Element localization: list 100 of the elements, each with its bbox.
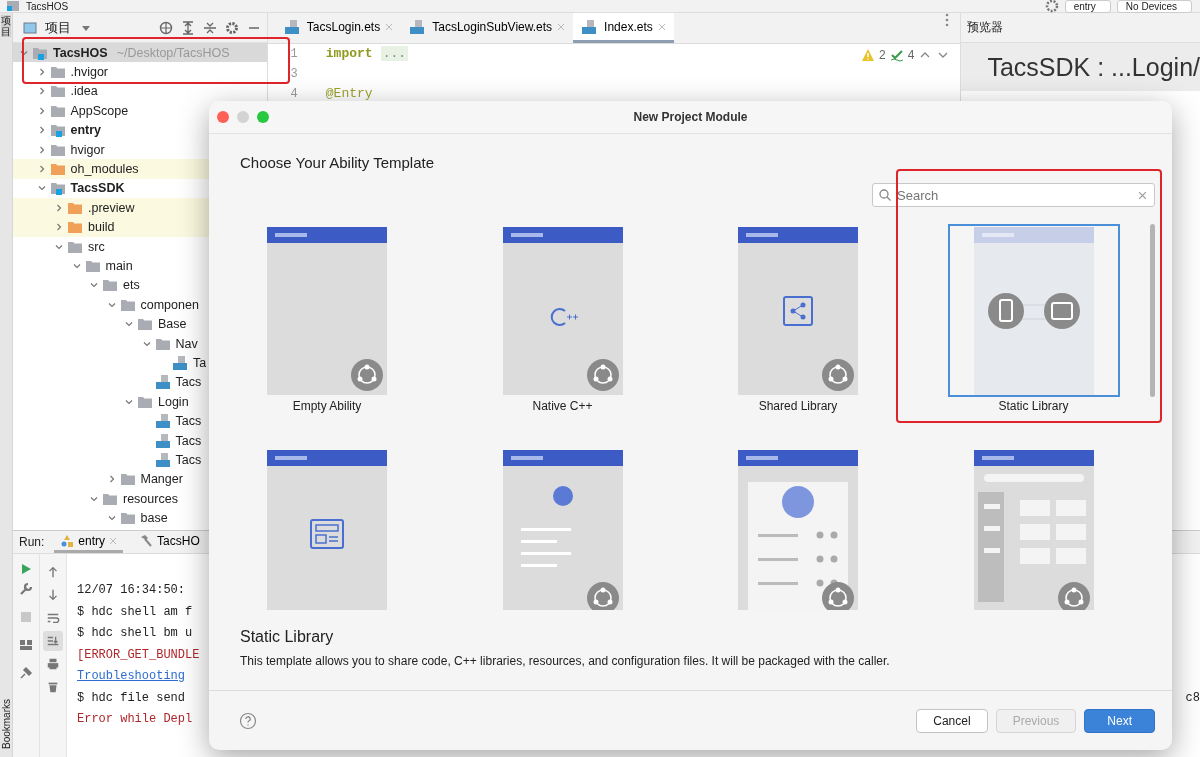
- tree-item-label: Tacs: [175, 414, 202, 429]
- file-icon: [154, 452, 171, 467]
- tree-row[interactable]: AppScope: [13, 101, 267, 121]
- chevron-icon[interactable]: [54, 222, 64, 233]
- tree-item-label: Manger: [140, 472, 183, 487]
- template-label: Native C++: [532, 399, 593, 413]
- clear-icon[interactable]: [1138, 191, 1147, 200]
- panel-title: 预览器: [967, 19, 1004, 36]
- tree-row[interactable]: Tacs: [13, 411, 267, 431]
- template-title: Static Library: [240, 628, 335, 646]
- folder-icon: [49, 65, 66, 80]
- file-icon: [409, 19, 426, 34]
- tree-item-label: oh_modules: [70, 162, 139, 177]
- run-config-dropdown[interactable]: entry: [1064, 0, 1111, 13]
- run-tab[interactable]: TacsHO: [133, 531, 206, 553]
- console-line: $ hdc shell am f: [77, 603, 193, 621]
- close-icon[interactable]: [657, 22, 666, 31]
- tree-row[interactable]: Base: [13, 314, 267, 334]
- dialog-button[interactable]: Cancel: [916, 708, 988, 733]
- tree-row[interactable]: .idea: [13, 81, 267, 102]
- folder-icon: [32, 45, 48, 60]
- run-tab[interactable]: entry: [54, 531, 124, 553]
- console-text: c8: [1185, 689, 1200, 707]
- dialog-button[interactable]: Next: [1084, 708, 1155, 733]
- folder-icon: [49, 162, 66, 177]
- pin-icon[interactable]: [19, 666, 33, 680]
- console-link[interactable]: Troubleshooting: [77, 666, 186, 688]
- tree-item-label: Tacs: [175, 375, 202, 390]
- file-icon: [581, 19, 598, 34]
- search-field[interactable]: Search: [872, 183, 1155, 207]
- tree-row[interactable]: Nav: [13, 333, 267, 354]
- console-line: $ hdc shell bm u: [77, 625, 193, 642]
- template-label: Empty Ability: [292, 399, 362, 413]
- gear-icon[interactable]: [1044, 0, 1059, 13]
- zoom-button[interactable]: [257, 111, 269, 123]
- tree-row[interactable]: Manger: [13, 469, 267, 489]
- project-icon: [6, 0, 20, 13]
- folder-icon: [49, 84, 66, 99]
- tree-row[interactable]: .hvigor: [13, 62, 267, 82]
- tree-item-label: base: [140, 511, 168, 526]
- tree-row[interactable]: TacsHOS ~/Desktop/TacsHOS: [13, 43, 267, 63]
- tree-item-label: Tacs: [175, 433, 202, 448]
- tree-item-label: TacsHOS: [53, 45, 108, 60]
- chevron-icon[interactable]: [71, 261, 82, 271]
- tree-row[interactable]: Tacs: [13, 372, 267, 393]
- tree-item-label: main: [105, 259, 133, 273]
- device-dropdown[interactable]: No Devices: [1116, 0, 1192, 13]
- settings-icon[interactable]: [224, 20, 239, 35]
- expand-all-icon[interactable]: [180, 20, 195, 35]
- tree-item-label: Login: [158, 394, 189, 409]
- wrench-icon[interactable]: [19, 582, 33, 596]
- template-description: This template allows you to share code, C++ libraries, resources, and configuration files. It will be packaged with the caller.: [240, 654, 891, 668]
- tree-item-label: Base: [158, 317, 187, 332]
- tree-item-label: hvigor: [70, 142, 105, 157]
- editor-tab[interactable]: TacsLoginSubView.ets: [401, 13, 574, 43]
- close-button[interactable]: [217, 111, 229, 123]
- scroll-to-end-icon[interactable]: [43, 631, 63, 651]
- tree-row[interactable]: entry: [13, 120, 267, 140]
- layout-icon[interactable]: [19, 638, 33, 652]
- tree-row[interactable]: ets: [13, 275, 267, 296]
- tree-row[interactable]: Tacs: [13, 430, 267, 451]
- bookmarks-tool-tab[interactable]: Bookmarks: [0, 699, 12, 749]
- scrollbar[interactable]: [1150, 224, 1155, 397]
- tree-row[interactable]: resources: [13, 489, 267, 509]
- tree-row[interactable]: componen: [13, 295, 267, 315]
- tree-item-label: .idea: [70, 84, 98, 99]
- console-line: [ERROR_GET_BUNDLE: [77, 646, 200, 664]
- tree-row[interactable]: main: [13, 256, 267, 276]
- line-number: 3: [290, 67, 298, 81]
- warning-icon[interactable]: [861, 48, 875, 62]
- tree-row[interactable]: TacsSDK: [13, 178, 267, 199]
- editor-tab[interactable]: Index.ets: [573, 13, 674, 43]
- tree-row[interactable]: base: [13, 508, 267, 528]
- close-icon[interactable]: [385, 22, 394, 31]
- close-icon[interactable]: [109, 536, 118, 545]
- help-icon[interactable]: [239, 711, 257, 730]
- tree-row[interactable]: Login: [13, 392, 267, 412]
- editor-tab[interactable]: TacsLogin.ets: [275, 13, 402, 43]
- warning-count: 2: [879, 48, 886, 62]
- check-icon[interactable]: [889, 48, 904, 62]
- tree-item-label: .hvigor: [70, 65, 109, 80]
- console-line: 12/07 16:34:50:: [77, 582, 186, 599]
- folder-icon: [137, 317, 153, 332]
- chevron-icon[interactable]: [54, 202, 64, 213]
- dialog-title: New Project Module: [633, 110, 748, 124]
- template-card[interactable]: [947, 224, 1120, 397]
- folder-icon: [67, 200, 83, 215]
- tree-row[interactable]: Tacs: [13, 450, 267, 470]
- folder-icon: [49, 181, 66, 196]
- project-tool-tab[interactable]: 项目: [1, 15, 11, 37]
- locate-icon[interactable]: [158, 20, 173, 35]
- panel-title[interactable]: 项目: [45, 18, 71, 37]
- panel-icon: [23, 20, 37, 35]
- close-icon[interactable]: [557, 22, 566, 31]
- file-icon: [154, 433, 171, 448]
- collapse-all-icon[interactable]: [202, 20, 217, 35]
- run-icon[interactable]: [19, 562, 33, 576]
- tree-row[interactable]: Ta: [13, 353, 267, 373]
- folder-icon: [49, 123, 66, 138]
- tree-row[interactable]: src: [13, 236, 267, 257]
